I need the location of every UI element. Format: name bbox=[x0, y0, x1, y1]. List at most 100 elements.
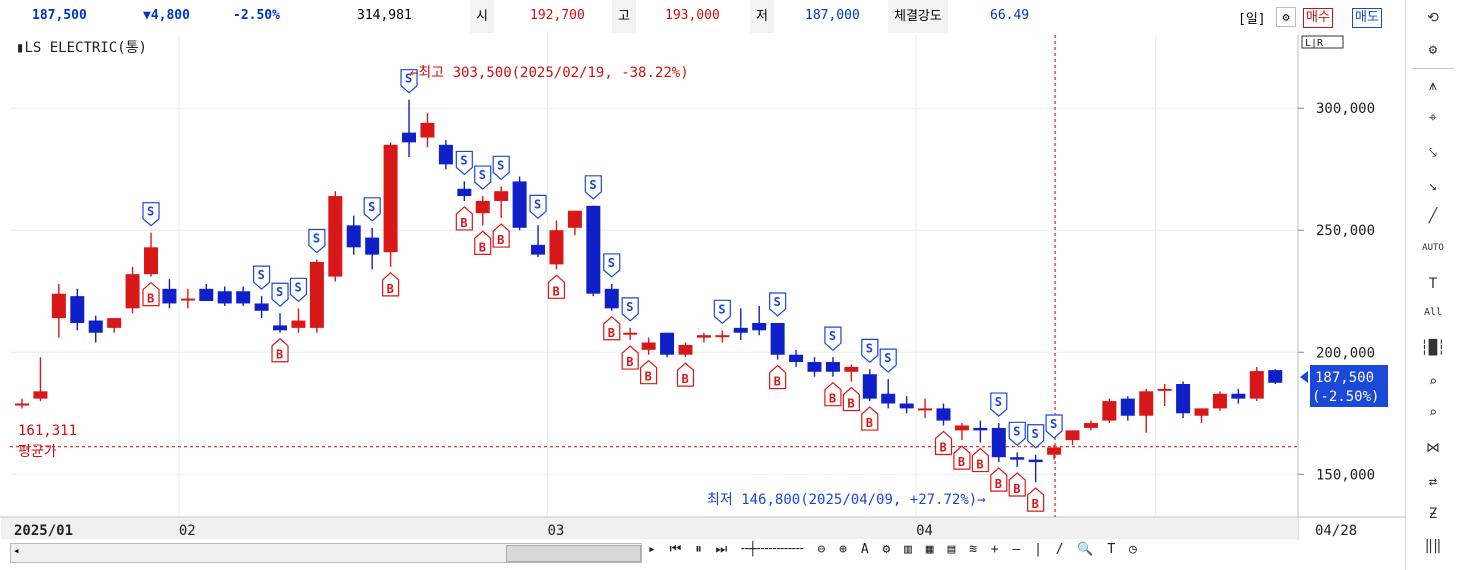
volume: 314,981 bbox=[357, 8, 412, 23]
strength-value: 66.49 bbox=[990, 8, 1030, 23]
pattern-icon[interactable]: ⋈ bbox=[1406, 440, 1459, 456]
zoom-in-icon[interactable]: ⊕ bbox=[839, 542, 847, 557]
candle-body bbox=[273, 325, 288, 331]
buy-signal-letter: B bbox=[479, 240, 486, 254]
candle-body bbox=[180, 298, 195, 301]
candle-body bbox=[107, 318, 122, 328]
period-selector[interactable]: [일] bbox=[1238, 8, 1266, 27]
candle bbox=[1212, 391, 1227, 411]
sell-signal-letter: S bbox=[1013, 424, 1020, 438]
sell-signal-letter: S bbox=[718, 302, 725, 316]
candle-body bbox=[494, 191, 509, 201]
scroll-thumb[interactable] bbox=[506, 545, 641, 562]
candle-body bbox=[402, 132, 417, 143]
arrange-icon[interactable]: ⇄ bbox=[1406, 474, 1459, 490]
vline-icon[interactable]: | bbox=[1034, 542, 1042, 557]
candle-body bbox=[457, 188, 472, 197]
settings-gear-icon[interactable]: ⚙ bbox=[1276, 7, 1296, 27]
clock-icon[interactable]: ◷ bbox=[1129, 542, 1137, 557]
gear-small-icon[interactable]: ⚙ bbox=[882, 542, 890, 557]
hline-icon[interactable]: — bbox=[1012, 542, 1020, 557]
buy-signal-letter: B bbox=[829, 392, 836, 406]
zoom-list-icon[interactable]: ⌕ bbox=[1406, 405, 1459, 421]
y-tick-label: 300,000 bbox=[1316, 101, 1375, 117]
text-tool-icon[interactable]: T bbox=[1107, 542, 1115, 557]
grid-toggle-icon[interactable]: ▦ bbox=[926, 542, 934, 557]
buy-signal-letter: B bbox=[497, 233, 504, 247]
table-icon[interactable]: ▤ bbox=[947, 542, 955, 557]
zoom-in-tool-icon[interactable]: ⌕ bbox=[1406, 374, 1459, 390]
candle-body bbox=[309, 261, 324, 328]
diagonal-icon[interactable]: ╱ bbox=[1406, 208, 1459, 224]
candle-body bbox=[291, 320, 306, 328]
sell-signal-letter: S bbox=[460, 153, 467, 167]
auto-icon[interactable]: AUTO bbox=[1406, 243, 1459, 253]
all-icon[interactable]: All bbox=[1406, 307, 1459, 318]
zoom-out-icon[interactable]: ⊖ bbox=[818, 542, 826, 557]
candle bbox=[586, 205, 601, 297]
trend-icon[interactable]: ⤥ bbox=[1406, 145, 1459, 161]
sell-signal-letter: S bbox=[313, 232, 320, 246]
candle-body bbox=[1231, 393, 1246, 399]
buy-signal-letter: B bbox=[958, 455, 965, 469]
text-icon[interactable]: T bbox=[1406, 276, 1459, 292]
candle-body bbox=[623, 332, 638, 335]
speed-slider-icon[interactable]: ╌┼╌╌╌╌╌╌ bbox=[741, 542, 804, 557]
first-icon[interactable]: ⏮ bbox=[670, 542, 682, 557]
buy-signal-letter: B bbox=[1013, 482, 1020, 496]
time-scrollbar[interactable]: ◂ bbox=[10, 543, 642, 563]
candle-body bbox=[715, 335, 730, 338]
next-icon[interactable]: ⏭ bbox=[716, 542, 728, 557]
settings-icon[interactable]: ⚙ bbox=[1406, 42, 1459, 58]
candle-body bbox=[254, 303, 269, 311]
draw-line-icon[interactable]: / bbox=[1056, 542, 1064, 557]
crosshair-icon[interactable]: ⌖ bbox=[1406, 110, 1459, 126]
low-label: 저 bbox=[750, 0, 774, 33]
sell-signal-letter: S bbox=[1050, 417, 1057, 431]
font-icon[interactable]: A bbox=[861, 542, 869, 557]
candle-body bbox=[991, 427, 1006, 458]
playback-controls: ▸ ⏮ ⏸ ⏭ ╌┼╌╌╌╌╌╌ ⊖ ⊕ A ⚙ ▥ ▦ ▤ ≋ + — | /… bbox=[648, 542, 1143, 562]
current-price: 187,500 bbox=[32, 8, 87, 23]
bars-icon[interactable]: ‖‖ bbox=[1406, 538, 1459, 554]
magnify-icon[interactable]: 🔍 bbox=[1077, 542, 1093, 557]
bar-style-icon[interactable]: ▥ bbox=[904, 542, 912, 557]
z-icon[interactable]: Ƶ bbox=[1406, 506, 1459, 522]
candle-body bbox=[1139, 391, 1154, 416]
scroll-right-icon[interactable]: ▸ bbox=[648, 542, 656, 557]
scroll-left-icon[interactable]: ◂ bbox=[13, 544, 20, 557]
candle-body bbox=[1176, 383, 1191, 414]
candle-body bbox=[770, 322, 785, 355]
buy-signal-letter: B bbox=[976, 458, 983, 472]
candle-body bbox=[1249, 371, 1264, 399]
price-change-pct: -2.50% bbox=[233, 8, 280, 23]
candle-icon[interactable]: ┆█┆ bbox=[1406, 340, 1459, 356]
candle-body bbox=[660, 332, 675, 355]
candle-body bbox=[936, 408, 951, 421]
x-tick-label: 04 bbox=[916, 523, 933, 539]
line-icon[interactable]: ↘ bbox=[1406, 178, 1459, 194]
refresh-icon[interactable]: ⟲ bbox=[1406, 10, 1459, 26]
crosshair-toggle-icon[interactable]: + bbox=[991, 542, 999, 557]
sell-signal-letter: S bbox=[1032, 427, 1039, 441]
sell-signal-letter: S bbox=[995, 395, 1002, 409]
candle-body bbox=[125, 274, 140, 309]
candle-body bbox=[475, 200, 490, 214]
quote-header: 187,500 ▼4,800 -2.50% 314,981 시 192,700 … bbox=[0, 0, 1405, 36]
buy-button[interactable]: 매수 bbox=[1303, 8, 1333, 28]
buy-signal-letter: B bbox=[460, 216, 467, 230]
candle-body bbox=[1083, 423, 1098, 428]
buy-signal-letter: B bbox=[626, 355, 633, 369]
line-style-icon[interactable]: ≋ bbox=[969, 542, 977, 557]
candle-body bbox=[881, 393, 896, 404]
buy-signal-letter: B bbox=[940, 440, 947, 454]
sell-button[interactable]: 매도 bbox=[1352, 8, 1382, 28]
indicator-icon[interactable]: ⩚ bbox=[1406, 78, 1459, 94]
pause-icon[interactable]: ⏸ bbox=[695, 542, 702, 557]
candle bbox=[328, 191, 343, 282]
scale-mode-box[interactable]: L|R bbox=[1301, 35, 1344, 49]
candle bbox=[1249, 366, 1264, 402]
buy-signal-letter: B bbox=[847, 397, 854, 411]
candle-body bbox=[567, 210, 582, 228]
price-chart[interactable]: 150,000 200,000 250,000 300,000 2025/01 02 03 0… bbox=[0, 35, 1405, 540]
